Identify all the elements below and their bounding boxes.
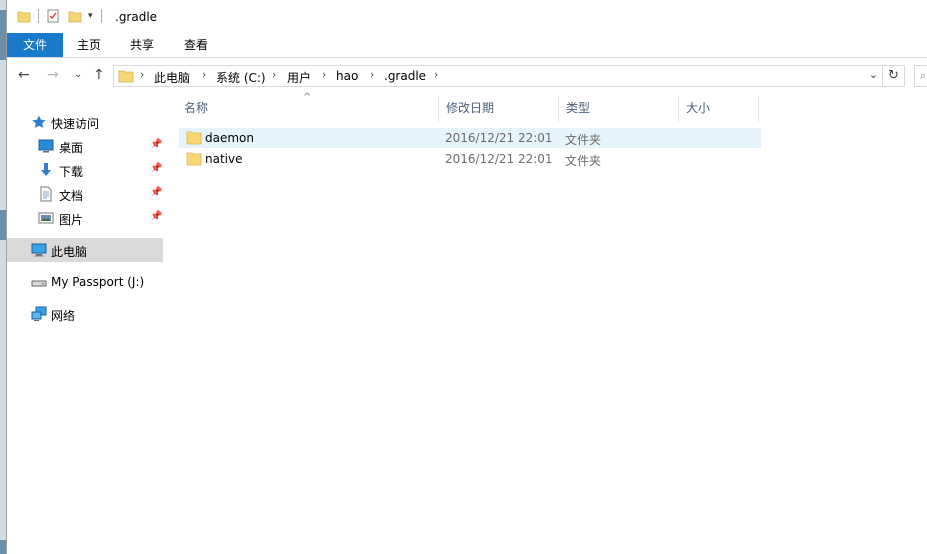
sidebar-item-label: 此电脑	[51, 245, 88, 259]
sidebar-item-desktop[interactable]: 桌面 📌	[7, 134, 163, 158]
pin-icon[interactable]: 📌	[150, 187, 162, 198]
column-header-size[interactable]: 大小	[679, 96, 759, 122]
sidebar-item-quick-access[interactable]: 快速访问	[7, 110, 163, 134]
breadcrumb-hao[interactable]: hao	[336, 69, 358, 83]
properties-icon[interactable]	[46, 9, 60, 23]
file-explorer-window: ▾ .gradle 文件 主页 共享 查看 ← → ⌄ ↑ › 此电脑 › 系统…	[6, 0, 927, 554]
sidebar-item-network[interactable]: 网络	[7, 302, 163, 326]
sidebar-item-label: 桌面	[59, 141, 84, 155]
column-header-type[interactable]: 类型	[559, 96, 679, 122]
pin-icon[interactable]: 📌	[150, 139, 162, 150]
desktop-icon	[38, 139, 54, 153]
tab-share[interactable]: 共享	[117, 33, 167, 57]
breadcrumb-separator-icon[interactable]: ›	[322, 68, 326, 81]
recent-locations-chevron-icon[interactable]: ⌄	[74, 69, 82, 80]
breadcrumb-this-pc[interactable]: 此电脑	[154, 69, 190, 86]
tab-file[interactable]: 文件	[7, 33, 63, 57]
file-type: 文件夹	[565, 154, 602, 168]
column-header-row: 名称 修改日期 类型 大小	[177, 96, 767, 122]
up-arrow-icon[interactable]: ↑	[93, 67, 105, 83]
folder-icon	[17, 11, 31, 23]
new-folder-icon[interactable]	[68, 9, 82, 23]
sidebar-item-documents[interactable]: 文档 📌	[7, 182, 163, 206]
customize-toolbar-icon[interactable]: ▾	[88, 11, 93, 21]
drive-icon	[31, 280, 47, 287]
tab-home[interactable]: 主页	[65, 33, 113, 57]
download-icon	[41, 163, 51, 176]
pictures-icon	[38, 212, 54, 224]
file-name: daemon	[205, 131, 254, 145]
breadcrumb-separator-icon[interactable]: ›	[434, 68, 438, 81]
file-name: native	[205, 152, 243, 166]
file-row-native[interactable]: native 2016/12/21 22:01 文件夹	[179, 149, 761, 169]
toolbar-separator	[100, 9, 102, 23]
folder-icon	[186, 131, 202, 145]
sidebar-item-label: 文档	[59, 189, 84, 203]
file-modified: 2016/12/21 22:01	[445, 131, 553, 145]
network-icon	[31, 306, 47, 321]
document-icon	[40, 186, 52, 202]
file-row-daemon[interactable]: daemon 2016/12/21 22:01 文件夹	[179, 128, 761, 148]
toolbar-separator	[38, 9, 39, 23]
forward-arrow-icon[interactable]: →	[47, 67, 59, 83]
sidebar-item-label: 图片	[59, 213, 84, 227]
star-icon	[32, 115, 46, 128]
sidebar-item-this-pc[interactable]: 此电脑	[7, 238, 163, 262]
breadcrumb-users[interactable]: 用户	[287, 69, 311, 86]
breadcrumb-separator-icon[interactable]: ›	[140, 68, 144, 81]
back-arrow-icon[interactable]: ←	[18, 67, 30, 83]
column-header-modified[interactable]: 修改日期	[439, 96, 559, 122]
address-bar[interactable]: › 此电脑 › 系统 (C:) › 用户 › hao › .gradle › ⌄	[113, 65, 883, 87]
folder-icon	[186, 152, 202, 166]
ribbon-tabs: 文件 主页 共享 查看	[7, 33, 927, 58]
pin-icon[interactable]: 📌	[150, 163, 162, 174]
address-dropdown-chevron-icon[interactable]: ⌄	[869, 68, 878, 81]
breadcrumb-separator-icon[interactable]: ›	[370, 68, 374, 81]
folder-icon	[118, 70, 134, 83]
window-title: .gradle	[115, 10, 158, 24]
sidebar-item-drive-j[interactable]: My Passport (J:)	[7, 270, 163, 294]
search-box[interactable]: ⌕	[914, 65, 927, 87]
column-header-name[interactable]: 名称	[177, 96, 439, 122]
quick-access-toolbar: ▾	[17, 9, 102, 23]
file-modified: 2016/12/21 22:01	[445, 152, 553, 166]
navigation-pane: 快速访问 桌面 📌 下载 📌 文档 📌 图片 📌 此电脑 My Passport…	[7, 94, 163, 554]
breadcrumb-separator-icon[interactable]: ›	[202, 68, 206, 81]
title-bar: ▾ .gradle	[7, 0, 927, 33]
breadcrumb-separator-icon[interactable]: ›	[272, 68, 276, 81]
breadcrumb-system-drive[interactable]: 系统 (C:)	[216, 69, 266, 86]
refresh-icon[interactable]: ↻	[883, 65, 905, 87]
sidebar-item-downloads[interactable]: 下载 📌	[7, 158, 163, 182]
sidebar-item-label: My Passport (J:)	[51, 275, 145, 289]
tab-view[interactable]: 查看	[171, 33, 221, 57]
search-icon: ⌕	[920, 69, 927, 82]
pin-icon[interactable]: 📌	[150, 211, 162, 222]
sidebar-item-label: 快速访问	[51, 117, 100, 131]
computer-icon	[31, 243, 47, 257]
breadcrumb-gradle[interactable]: .gradle	[384, 69, 426, 83]
file-type: 文件夹	[565, 133, 602, 147]
sidebar-item-label: 网络	[51, 309, 76, 323]
sidebar-item-pictures[interactable]: 图片 📌	[7, 206, 163, 230]
sidebar-item-label: 下载	[59, 165, 84, 179]
navigation-bar: ← → ⌄ ↑ › 此电脑 › 系统 (C:) › 用户 › hao › .gr…	[7, 58, 927, 94]
